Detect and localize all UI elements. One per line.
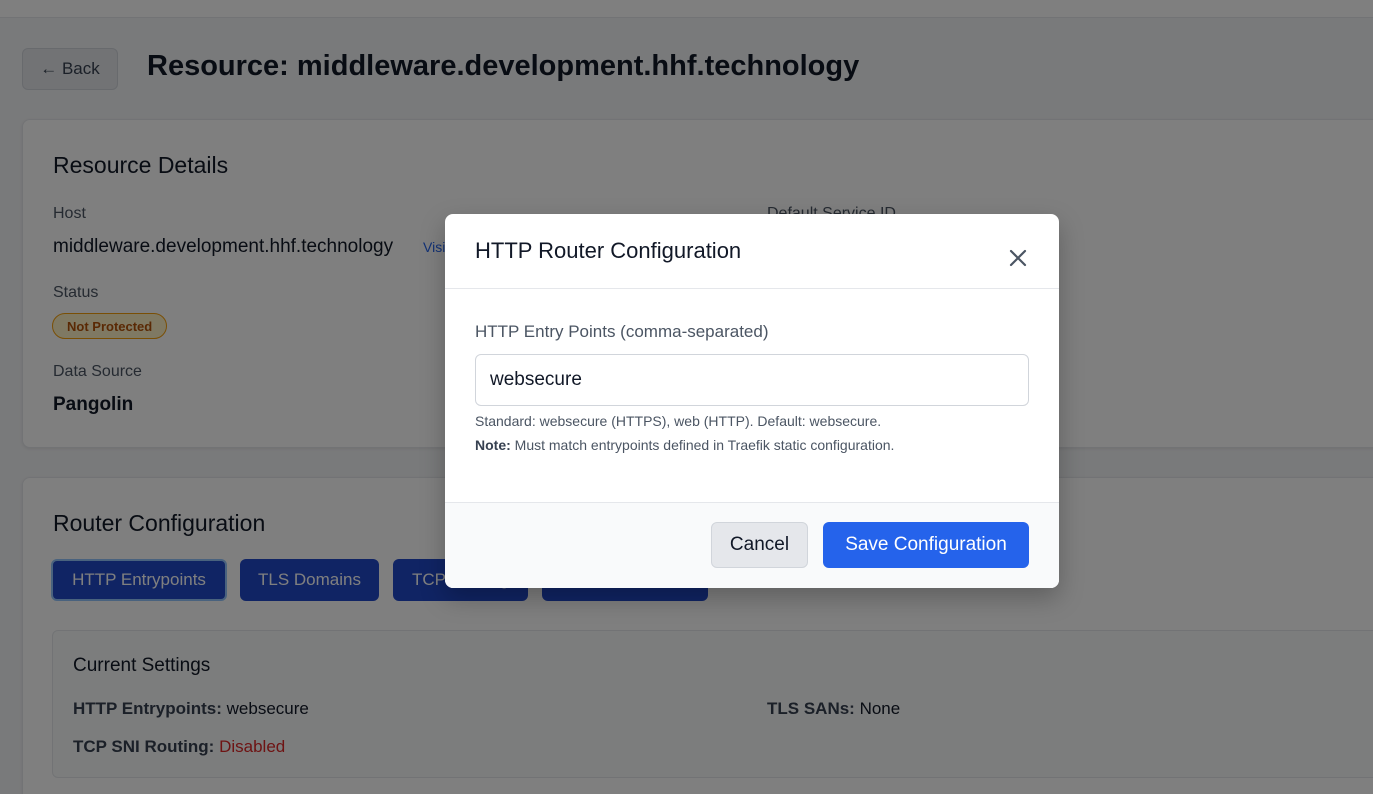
cancel-button[interactable]: Cancel: [711, 522, 808, 568]
entry-points-label: HTTP Entry Points (comma-separated): [475, 322, 769, 341]
entry-points-help: Standard: websecure (HTTPS), web (HTTP).…: [475, 413, 882, 429]
close-icon: [1009, 249, 1027, 267]
modal-header: HTTP Router Configuration: [445, 214, 1059, 289]
note-label: Note:: [475, 437, 511, 453]
modal-footer: Cancel Save Configuration: [445, 502, 1059, 588]
http-router-config-modal: HTTP Router Configuration HTTP Entry Poi…: [445, 214, 1059, 588]
modal-title: HTTP Router Configuration: [475, 238, 742, 263]
note-text: Must match entrypoints defined in Traefi…: [514, 437, 895, 453]
entry-points-note: Note: Must match entrypoints defined in …: [475, 437, 894, 453]
entry-points-input[interactable]: [475, 354, 1029, 406]
save-configuration-button[interactable]: Save Configuration: [823, 522, 1029, 568]
close-button[interactable]: [1003, 243, 1033, 273]
